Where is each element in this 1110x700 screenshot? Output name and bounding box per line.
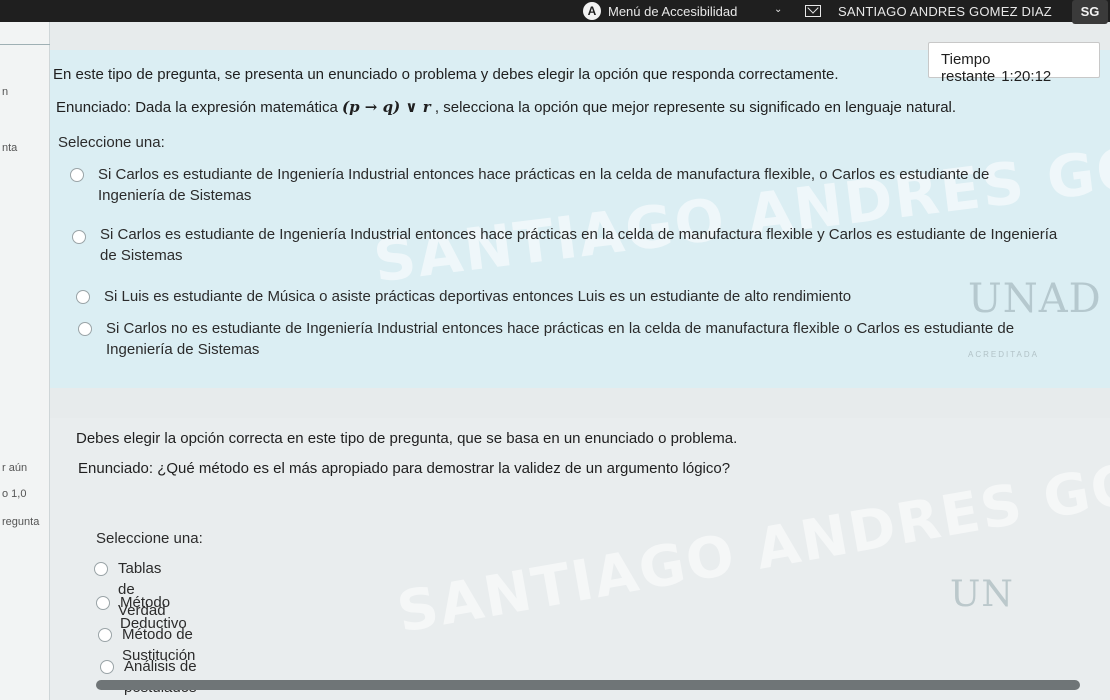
radio-option-tablas[interactable] bbox=[94, 562, 108, 576]
statement-suffix: , selecciona la opción que mejor represe… bbox=[430, 99, 957, 116]
select-one-label: Seleccione una: bbox=[58, 134, 165, 151]
horizontal-scrollbar[interactable] bbox=[96, 680, 1080, 690]
user-name[interactable]: SANTIAGO ANDRES GOMEZ DIAZ bbox=[838, 4, 1052, 19]
accessibility-icon[interactable]: A bbox=[583, 2, 601, 20]
unad-logo-partial: UN bbox=[950, 574, 1014, 615]
rail-fragment: o 1,0 bbox=[2, 488, 27, 500]
accessibility-menu[interactable]: Menú de Accesibilidad bbox=[608, 4, 737, 19]
question-2-intro: Debes elegir la opción correcta en este … bbox=[76, 430, 738, 447]
rail-fragment: n bbox=[2, 86, 9, 98]
timer-label: Tiempo restante bbox=[941, 51, 996, 85]
logic-expression: (p → q) ∨ r bbox=[342, 98, 431, 116]
user-avatar[interactable]: SG bbox=[1072, 0, 1108, 24]
rail-fragment: nta bbox=[2, 142, 18, 154]
radio-option-postulados[interactable] bbox=[100, 660, 114, 674]
question-2-statement: Enunciado: ¿Qué método es el más apropia… bbox=[78, 460, 731, 477]
rail-divider bbox=[0, 44, 50, 45]
radio-option-a[interactable] bbox=[70, 168, 84, 182]
option-postulados-label[interactable]: Análisis de postulados bbox=[124, 656, 197, 698]
question-2-panel: SANTIAGO ANDRES GOMEZ DIAZ UN Debes eleg… bbox=[50, 395, 1110, 700]
rail-fragment: r aún bbox=[2, 462, 28, 474]
option-d-label[interactable]: Si Carlos no es estudiante de Ingeniería… bbox=[106, 318, 1086, 360]
option-c-label[interactable]: Si Luis es estudiante de Música o asiste… bbox=[104, 286, 1084, 307]
timer-value: 1:20:12 bbox=[1001, 68, 1052, 85]
time-remaining-box: Tiempo restante 1:20:12 bbox=[928, 42, 1100, 85]
radio-option-b[interactable] bbox=[72, 230, 86, 244]
radio-option-sustitucion[interactable] bbox=[98, 628, 112, 642]
radio-option-deductivo[interactable] bbox=[96, 596, 110, 610]
radio-option-c[interactable] bbox=[76, 290, 90, 304]
message-icon[interactable] bbox=[805, 5, 821, 17]
option-b-label[interactable]: Si Carlos es estudiante de Ingeniería In… bbox=[100, 224, 1090, 266]
select-one-label: Seleccione una: bbox=[96, 530, 203, 547]
radio-option-d[interactable] bbox=[78, 322, 92, 336]
question-1-statement: Enunciado: Dada la expresión matemática … bbox=[56, 98, 956, 116]
question-info-rail: n nta r aún o 1,0 regunta bbox=[0, 22, 50, 700]
question-1-panel: SANTIAGO ANDRES GOMEZ DIAZ UNAD ACREDITA… bbox=[50, 50, 1110, 388]
chevron-down-icon[interactable]: ⌄ bbox=[774, 4, 782, 15]
top-navbar: A Menú de Accesibilidad ⌄ SANTIAGO ANDRE… bbox=[0, 0, 1110, 24]
rail-fragment: regunta bbox=[2, 516, 40, 528]
statement-prefix: Enunciado: Dada la expresión matemática bbox=[56, 99, 342, 116]
question-1-intro: En este tipo de pregunta, se presenta un… bbox=[53, 66, 839, 83]
option-a-label[interactable]: Si Carlos es estudiante de Ingeniería In… bbox=[98, 164, 1078, 206]
